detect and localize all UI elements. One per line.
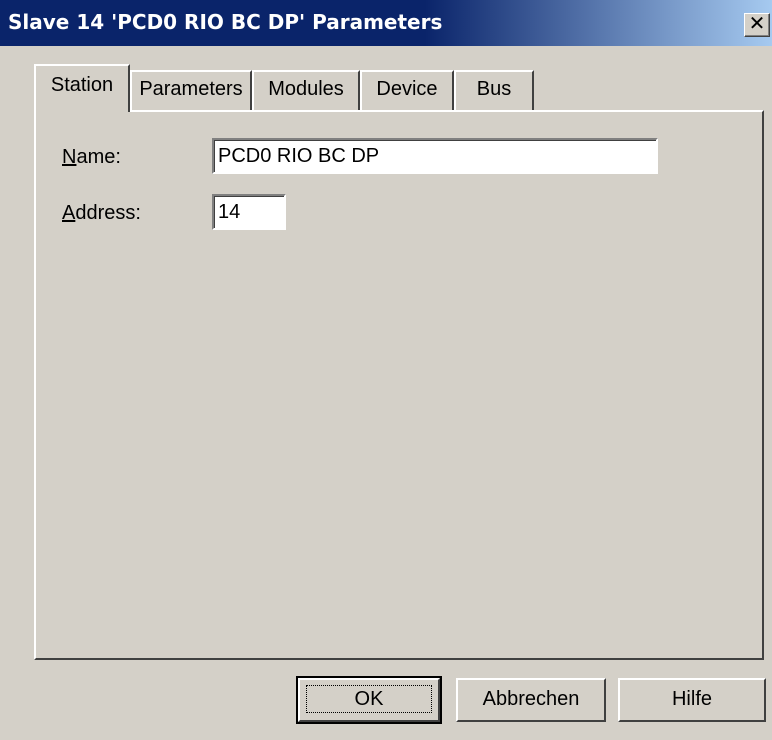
close-icon: ✕	[748, 13, 766, 35]
tab-parameters[interactable]: Parameters	[130, 70, 252, 110]
station-panel	[34, 110, 764, 660]
tab-station[interactable]: Station	[34, 64, 130, 112]
ok-button-label: OK	[305, 685, 433, 713]
name-field[interactable]	[212, 138, 658, 174]
cancel-button[interactable]: Abbrechen	[456, 678, 606, 722]
address-label: Address:	[62, 202, 141, 224]
close-button[interactable]: ✕	[744, 13, 770, 37]
window-title: Slave 14 'PCD0 RIO BC DP' Parameters	[8, 10, 443, 34]
help-button[interactable]: Hilfe	[618, 678, 766, 722]
title-bar[interactable]: Slave 14 'PCD0 RIO BC DP' Parameters ✕	[0, 0, 772, 46]
tab-device[interactable]: Device	[360, 70, 454, 110]
address-field[interactable]	[212, 194, 286, 230]
parameters-dialog: Slave 14 'PCD0 RIO BC DP' Parameters ✕ S…	[0, 0, 772, 740]
name-label: Name:	[62, 146, 121, 168]
ok-button[interactable]: OK	[296, 676, 442, 724]
tab-modules[interactable]: Modules	[252, 70, 360, 110]
tab-bus[interactable]: Bus	[454, 70, 534, 110]
